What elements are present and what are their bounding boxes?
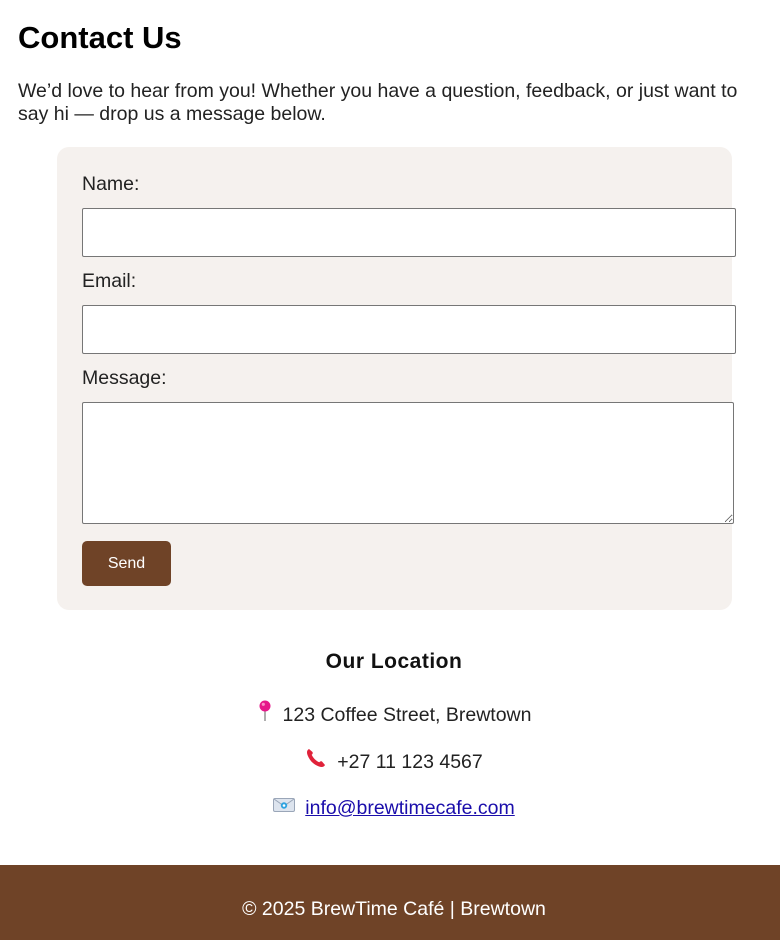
send-button[interactable]: Send (82, 541, 171, 586)
address-text: 123 Coffee Street, Brewtown (282, 704, 532, 727)
name-label: Name: (82, 173, 140, 195)
page-title: Contact Us (18, 20, 182, 55)
phone-row: +27 11 123 4567 (0, 749, 780, 777)
email-row: info@brewtimecafe.com (0, 796, 780, 821)
footer-text: © 2025 BrewTime Café | Brewtown (242, 898, 546, 920)
email-label: Email: (82, 270, 137, 292)
name-input[interactable] (82, 208, 736, 257)
location-title: Our Location (325, 650, 463, 673)
intro-text: We’d love to hear from you! Whether you … (18, 80, 738, 125)
phone-text: +27 11 123 4567 (337, 751, 483, 774)
pushpin-icon (257, 700, 273, 728)
message-textarea[interactable] (82, 402, 734, 524)
address-row: 123 Coffee Street, Brewtown (0, 700, 780, 730)
telephone-receiver-icon (305, 747, 327, 775)
message-label: Message: (82, 367, 167, 389)
email-input[interactable] (82, 305, 736, 354)
contact-page: Contact Us We’d love to hear from you! W… (0, 0, 780, 940)
envelope-icon (273, 795, 296, 819)
email-link[interactable]: info@brewtimecafe.com (305, 797, 514, 819)
